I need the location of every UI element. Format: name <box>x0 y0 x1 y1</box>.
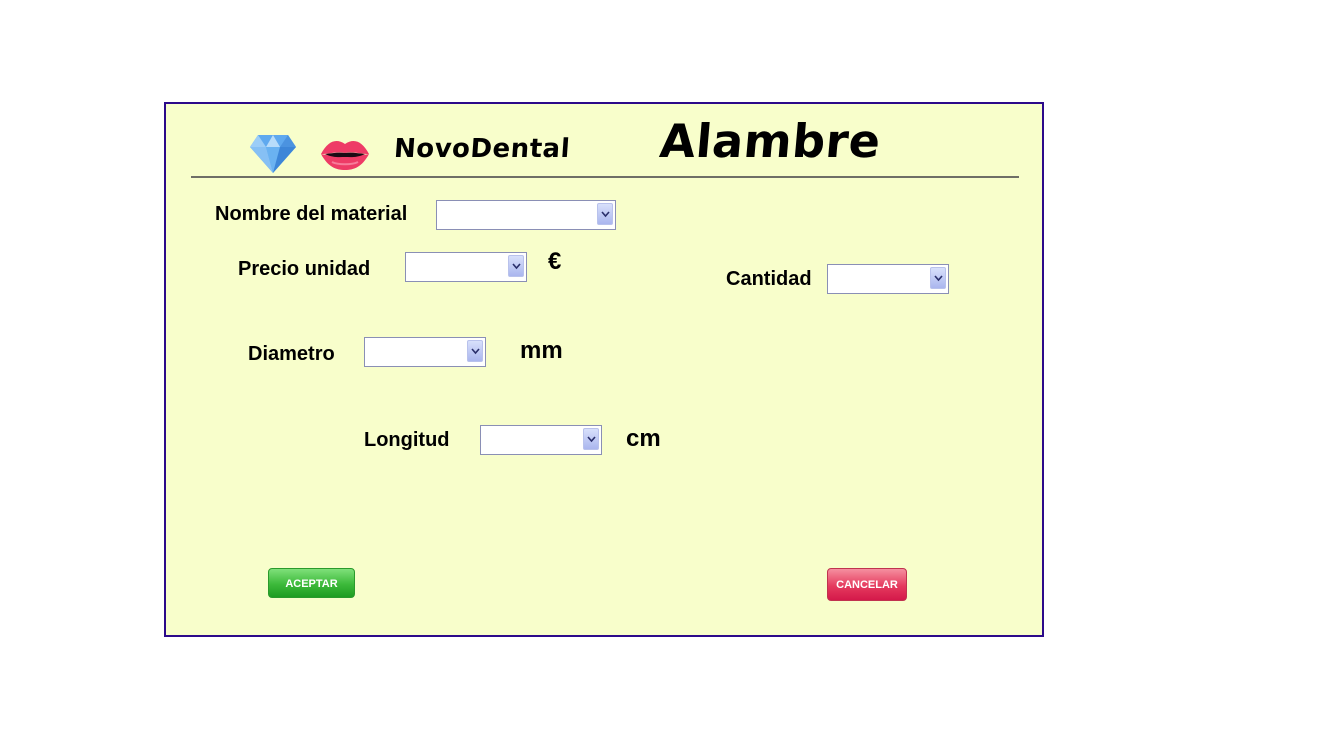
material-label: Nombre del material <box>215 203 408 225</box>
material-select[interactable] <box>436 200 616 230</box>
lips-icon <box>320 137 370 176</box>
precio-unit: € <box>548 248 562 275</box>
precio-select[interactable] <box>405 252 527 282</box>
precio-label: Precio unidad <box>238 258 371 280</box>
accept-button[interactable]: ACEPTAR <box>268 568 355 598</box>
header-divider <box>191 176 1019 178</box>
diamond-icon <box>250 135 296 178</box>
longitud-label: Longitud <box>364 429 450 451</box>
longitud-select[interactable] <box>480 425 602 455</box>
chevron-down-icon[interactable] <box>583 428 599 450</box>
diametro-label: Diametro <box>248 343 335 365</box>
chevron-down-icon[interactable] <box>467 340 483 362</box>
chevron-down-icon[interactable] <box>597 203 613 225</box>
diametro-select[interactable] <box>364 337 486 367</box>
cancel-button[interactable]: CANCELAR <box>827 568 907 601</box>
brand-name: NovoDental <box>392 134 572 164</box>
cantidad-select[interactable] <box>827 264 949 294</box>
chevron-down-icon[interactable] <box>930 267 946 289</box>
longitud-unit: cm <box>626 425 661 452</box>
diametro-unit: mm <box>520 337 563 364</box>
dialog-panel: NovoDental Alambre Nombre del material P… <box>164 102 1044 637</box>
page-title: Alambre <box>657 114 884 168</box>
cantidad-label: Cantidad <box>726 268 812 290</box>
chevron-down-icon[interactable] <box>508 255 524 277</box>
